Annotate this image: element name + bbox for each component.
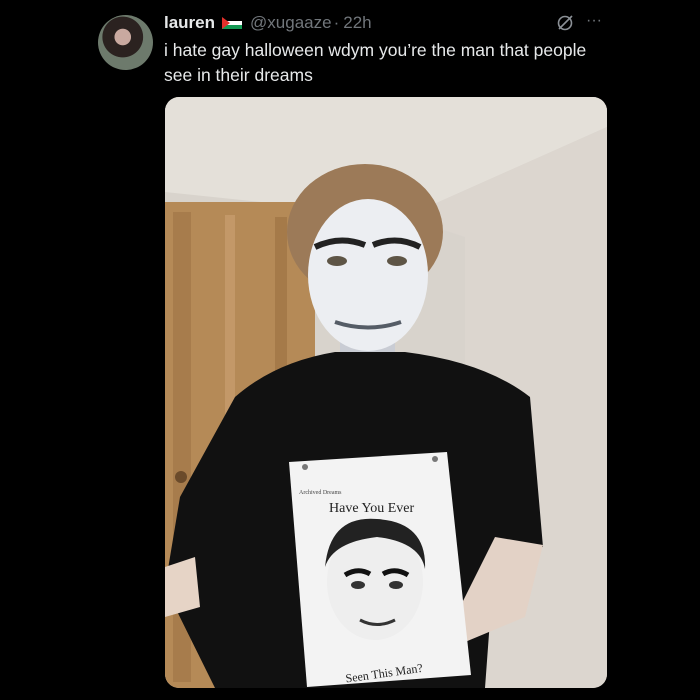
- sign-header: Archived Dreams: [299, 490, 342, 496]
- tweet-header: lauren @xugaaze · 22h: [164, 12, 610, 34]
- grok-icon[interactable]: [556, 14, 574, 32]
- tweet-text: i hate gay halloween wdym you’re the man…: [164, 40, 587, 85]
- palestine-flag-icon: [222, 17, 243, 29]
- separator-dot: ·: [333, 13, 340, 32]
- more-options-icon[interactable]: ···: [586, 12, 608, 32]
- timestamp[interactable]: 22h: [343, 13, 371, 33]
- avatar[interactable]: [98, 15, 153, 70]
- author-name[interactable]: lauren: [164, 13, 215, 33]
- author-handle[interactable]: @xugaaze: [250, 13, 332, 33]
- tweet-photo[interactable]: Archived Dreams Have You Ever Seen This …: [165, 97, 607, 688]
- sign-title: Have You Ever: [329, 501, 414, 516]
- door-knob-icon: [175, 471, 187, 483]
